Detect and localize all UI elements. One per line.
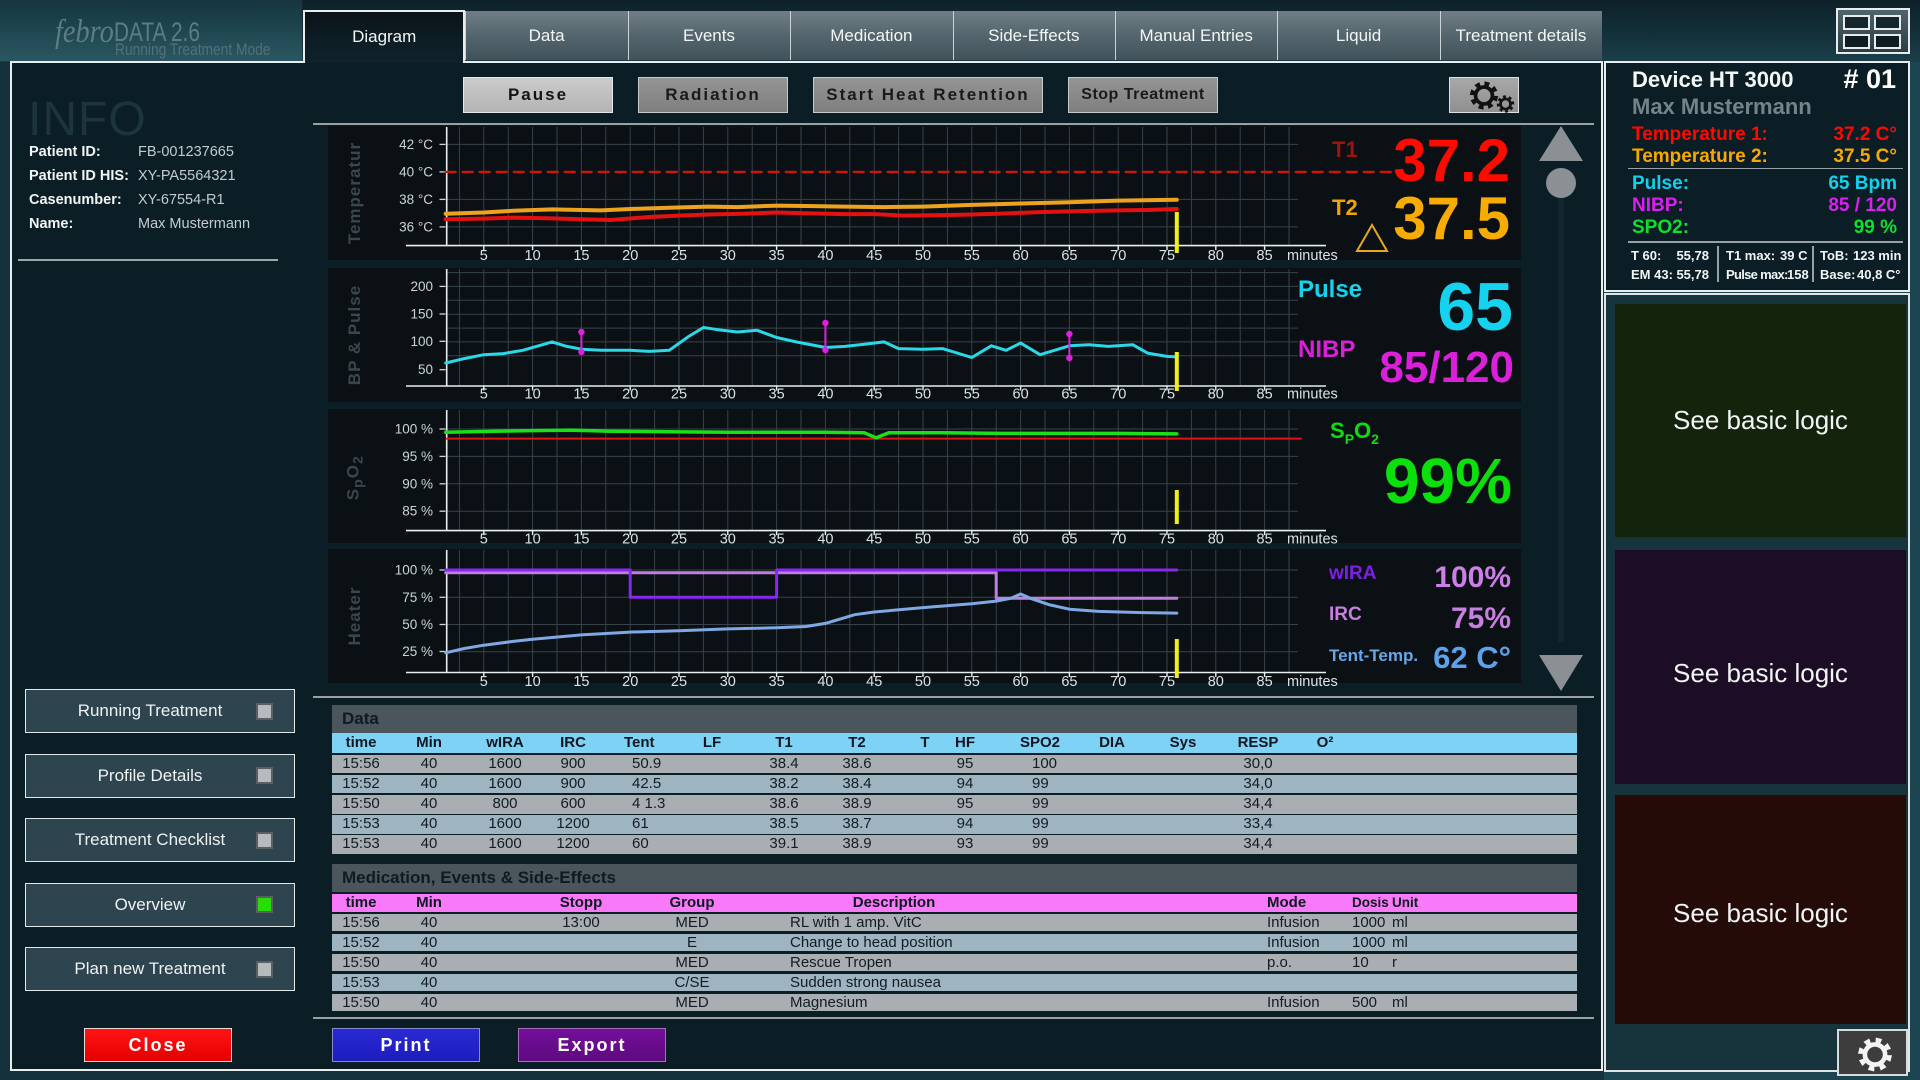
svg-text:55: 55 <box>964 532 980 548</box>
svg-text:10: 10 <box>525 387 541 403</box>
svg-text:60: 60 <box>1013 248 1029 264</box>
svg-text:85: 85 <box>1257 532 1273 548</box>
svg-text:75: 75 <box>1159 674 1175 690</box>
svg-text:5: 5 <box>480 674 488 690</box>
svg-text:20: 20 <box>622 674 638 690</box>
svg-text:80: 80 <box>1208 674 1224 690</box>
svg-text:20: 20 <box>622 387 638 403</box>
svg-text:minutes: minutes <box>1287 532 1338 548</box>
svg-text:70: 70 <box>1110 248 1126 264</box>
svg-text:65: 65 <box>1061 387 1077 403</box>
svg-text:25 %: 25 % <box>402 644 433 659</box>
svg-text:150: 150 <box>410 307 433 322</box>
svg-text:minutes: minutes <box>1287 387 1338 403</box>
svg-text:42 °C: 42 °C <box>399 137 433 152</box>
svg-text:200: 200 <box>410 279 433 294</box>
svg-text:38 °C: 38 °C <box>399 192 433 207</box>
svg-text:85 %: 85 % <box>402 504 433 519</box>
svg-text:100 %: 100 % <box>395 422 433 437</box>
svg-text:25: 25 <box>671 532 687 548</box>
svg-text:60: 60 <box>1013 532 1029 548</box>
svg-text:30: 30 <box>720 387 736 403</box>
svg-text:10: 10 <box>525 532 541 548</box>
svg-text:65: 65 <box>1061 532 1077 548</box>
svg-text:15: 15 <box>573 248 589 264</box>
svg-text:15: 15 <box>573 387 589 403</box>
svg-text:40: 40 <box>817 387 833 403</box>
svg-text:80: 80 <box>1208 387 1224 403</box>
svg-text:35: 35 <box>769 248 785 264</box>
svg-text:minutes: minutes <box>1287 674 1338 690</box>
svg-text:65: 65 <box>1061 248 1077 264</box>
svg-text:70: 70 <box>1110 387 1126 403</box>
svg-text:80: 80 <box>1208 532 1224 548</box>
svg-text:5: 5 <box>480 248 488 264</box>
svg-text:15: 15 <box>573 674 589 690</box>
svg-text:35: 35 <box>769 674 785 690</box>
svg-text:75: 75 <box>1159 248 1175 264</box>
svg-text:95 %: 95 % <box>402 449 433 464</box>
svg-text:35: 35 <box>769 387 785 403</box>
svg-text:30: 30 <box>720 532 736 548</box>
svg-text:50: 50 <box>915 532 931 548</box>
svg-text:85: 85 <box>1257 248 1273 264</box>
svg-text:100 %: 100 % <box>395 563 433 578</box>
svg-text:45: 45 <box>866 674 882 690</box>
svg-text:minutes: minutes <box>1287 248 1338 264</box>
svg-text:60: 60 <box>1013 387 1029 403</box>
svg-text:75 %: 75 % <box>402 590 433 605</box>
svg-text:25: 25 <box>671 248 687 264</box>
svg-text:85: 85 <box>1257 674 1273 690</box>
svg-text:20: 20 <box>622 532 638 548</box>
svg-text:50: 50 <box>915 248 931 264</box>
svg-text:65: 65 <box>1061 674 1077 690</box>
svg-text:40: 40 <box>817 248 833 264</box>
svg-text:50 %: 50 % <box>402 617 433 632</box>
svg-text:85: 85 <box>1257 387 1273 403</box>
svg-text:60: 60 <box>1013 674 1029 690</box>
svg-text:45: 45 <box>866 532 882 548</box>
svg-text:10: 10 <box>525 674 541 690</box>
svg-text:40: 40 <box>817 674 833 690</box>
svg-text:50: 50 <box>915 674 931 690</box>
svg-text:40 °C: 40 °C <box>399 164 433 179</box>
svg-text:40: 40 <box>817 532 833 548</box>
svg-text:50: 50 <box>915 387 931 403</box>
svg-text:100: 100 <box>410 334 433 349</box>
svg-text:70: 70 <box>1110 674 1126 690</box>
svg-text:50: 50 <box>418 362 433 377</box>
svg-text:5: 5 <box>480 532 488 548</box>
svg-text:35: 35 <box>769 532 785 548</box>
svg-text:45: 45 <box>866 387 882 403</box>
svg-text:90 %: 90 % <box>402 476 433 491</box>
svg-text:75: 75 <box>1159 387 1175 403</box>
svg-text:55: 55 <box>964 674 980 690</box>
svg-text:10: 10 <box>525 248 541 264</box>
svg-text:20: 20 <box>622 248 638 264</box>
svg-text:55: 55 <box>964 387 980 403</box>
svg-text:36 °C: 36 °C <box>399 219 433 234</box>
svg-text:25: 25 <box>671 387 687 403</box>
svg-text:80: 80 <box>1208 248 1224 264</box>
svg-text:30: 30 <box>720 248 736 264</box>
svg-text:5: 5 <box>480 387 488 403</box>
svg-text:15: 15 <box>573 532 589 548</box>
svg-text:45: 45 <box>866 248 882 264</box>
svg-text:55: 55 <box>964 248 980 264</box>
svg-text:75: 75 <box>1159 532 1175 548</box>
svg-text:70: 70 <box>1110 532 1126 548</box>
svg-text:25: 25 <box>671 674 687 690</box>
svg-text:30: 30 <box>720 674 736 690</box>
